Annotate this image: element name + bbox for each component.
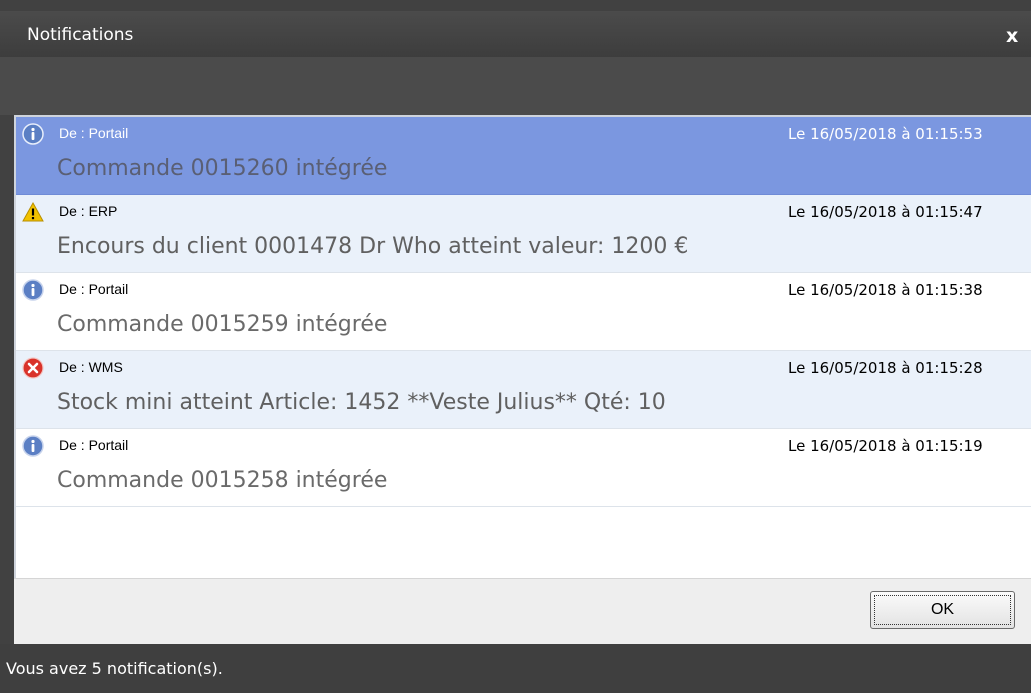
notification-sender: De : ERP — [59, 203, 118, 219]
warning-icon — [22, 201, 44, 222]
notification-sender: De : Portail — [59, 281, 129, 297]
status-text: Vous avez 5 notification(s). — [6, 659, 223, 678]
notification-list[interactable]: De : Portail Le 16/05/2018 à 01:15:53 Co… — [14, 115, 1031, 578]
ok-button[interactable]: OK — [870, 591, 1015, 629]
notification-row[interactable]: De : ERP Le 16/05/2018 à 01:15:47 Encour… — [16, 195, 1031, 273]
close-icon[interactable]: x — [1006, 25, 1018, 47]
notification-message: Encours du client 0001478 Dr Who atteint… — [57, 234, 689, 259]
notification-sender: De : Portail — [59, 437, 129, 453]
notification-timestamp: Le 16/05/2018 à 01:15:28 — [788, 359, 983, 377]
dialog-footer: OK — [14, 578, 1031, 644]
notification-message: Commande 0015259 intégrée — [57, 312, 388, 337]
notification-timestamp: Le 16/05/2018 à 01:15:53 — [788, 125, 983, 143]
title-bar: Notifications x — [0, 11, 1031, 57]
notification-row[interactable]: De : Portail Le 16/05/2018 à 01:15:53 Co… — [16, 117, 1031, 195]
notification-sender: De : Portail — [59, 125, 129, 141]
notification-timestamp: Le 16/05/2018 à 01:15:38 — [788, 281, 983, 299]
status-bar: Vous avez 5 notification(s). — [0, 644, 1031, 693]
window-title: Notifications — [27, 25, 134, 45]
notification-message: Stock mini atteint Article: 1452 **Veste… — [57, 390, 666, 415]
info-icon — [22, 279, 44, 301]
header-band — [0, 57, 1031, 115]
notification-row[interactable]: De : WMS Le 16/05/2018 à 01:15:28 Stock … — [16, 351, 1031, 429]
ok-button-label: OK — [930, 601, 955, 618]
info-icon — [22, 435, 44, 457]
notification-timestamp: Le 16/05/2018 à 01:15:19 — [788, 437, 983, 455]
notification-message: Commande 0015260 intégrée — [57, 156, 388, 181]
notification-row[interactable]: De : Portail Le 16/05/2018 à 01:15:38 Co… — [16, 273, 1031, 351]
notifications-window: Notifications x De : Portail Le 16/05/20… — [0, 0, 1031, 693]
notification-message: Commande 0015258 intégrée — [57, 468, 388, 493]
error-icon — [22, 357, 44, 379]
info-icon — [22, 123, 44, 145]
notification-row[interactable]: De : Portail Le 16/05/2018 à 01:15:19 Co… — [16, 429, 1031, 507]
notification-sender: De : WMS — [59, 359, 123, 375]
notification-timestamp: Le 16/05/2018 à 01:15:47 — [788, 203, 983, 221]
